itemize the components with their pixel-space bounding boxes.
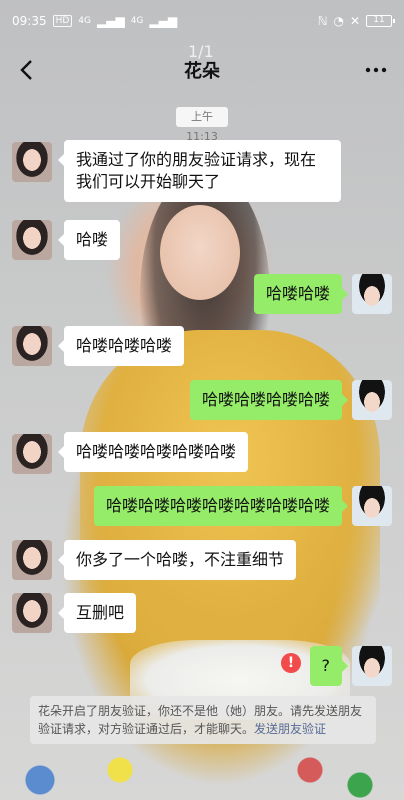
back-button[interactable] (10, 54, 42, 86)
battery-icon: 11 (366, 15, 395, 27)
status-time: 09:35 (12, 14, 47, 28)
nfc-icon: ℕ (317, 14, 328, 28)
message-bubble-outgoing-failed[interactable]: ? (309, 646, 348, 686)
my-avatar[interactable] (352, 274, 392, 314)
friend-verification-notice: 花朵开启了朋友验证，你还不是他（她）朋友。请先发送朋友验证请求，对方验证通过后，… (30, 696, 376, 744)
contact-avatar[interactable] (12, 593, 52, 633)
chevron-left-icon (20, 60, 32, 80)
contact-avatar[interactable] (12, 434, 52, 474)
mute-icon: ✕ (349, 14, 360, 28)
message-text-line2: 我们可以开始聊天了 (76, 172, 221, 191)
signal2-label: 4G (130, 16, 144, 26)
message-text: 哈喽哈喽哈喽 (76, 336, 173, 355)
my-avatar[interactable] (352, 646, 392, 686)
message-text: 哈喽 (76, 230, 109, 249)
my-avatar[interactable] (352, 486, 392, 526)
battery-level: 11 (373, 15, 385, 25)
message-text: 哈喽哈喽 (265, 284, 330, 303)
message-text: 互删吧 (76, 603, 125, 622)
signal-bars-icon-2: ▂▄▆ (149, 14, 178, 28)
message-bubble-outgoing[interactable]: 哈喽哈喽 (253, 274, 349, 314)
message-text: ? (321, 656, 331, 675)
message-bubble-outgoing[interactable]: 哈喽哈喽哈喽哈喽哈喽哈喽哈喽 (93, 486, 349, 526)
message-bubble-incoming[interactable]: 哈喽 (57, 220, 121, 260)
contact-avatar[interactable] (12, 142, 52, 182)
message-text: 你多了一个哈喽，不注重细节 (76, 550, 285, 569)
contact-avatar[interactable] (12, 540, 52, 580)
status-bar: 09:35 HD 4G ▂▄▆ 4G ▂▄▆ ℕ ◔ ✕ 11 (0, 0, 404, 42)
message-text: 哈喽哈喽哈喽哈喽哈喽 (76, 442, 237, 461)
message-text: 哈喽哈喽哈喽哈喽 (201, 390, 330, 409)
chat-timestamp: 上午11:13 (176, 107, 228, 143)
send-verification-link[interactable]: 发送朋友验证 (254, 722, 326, 736)
page-indicator: 1/1 (188, 42, 214, 61)
message-bubble-incoming[interactable]: 你多了一个哈喽，不注重细节 (57, 540, 297, 580)
wifi-icon: ◔ (333, 14, 344, 28)
bg-stickers (0, 740, 404, 800)
message-text-line1: 我通过了你的朋友验证请求，现在 (76, 150, 317, 169)
sim1-badge: HD (52, 15, 73, 27)
chat-header: 1/1 花朵 (0, 42, 404, 98)
message-bubble-incoming[interactable]: 我通过了你的朋友验证请求，现在 我们可以开始聊天了 (58, 140, 341, 202)
my-avatar[interactable] (352, 380, 392, 420)
contact-avatar[interactable] (12, 326, 52, 366)
send-failed-icon[interactable]: ! (281, 653, 301, 673)
message-text: 哈喽哈喽哈喽哈喽哈喽哈喽哈喽 (105, 496, 330, 515)
signal-bars-icon: ▂▄▆ (97, 14, 125, 28)
message-bubble-incoming[interactable]: 哈喽哈喽哈喽 (57, 326, 185, 366)
message-bubble-incoming[interactable]: 互删吧 (57, 593, 137, 633)
bg-face-shape (160, 205, 240, 300)
contact-avatar[interactable] (12, 220, 52, 260)
more-options-button[interactable] (360, 54, 392, 86)
message-bubble-incoming[interactable]: 哈喽哈喽哈喽哈喽哈喽 (57, 432, 249, 472)
more-dots-icon (365, 67, 387, 73)
message-bubble-outgoing[interactable]: 哈喽哈喽哈喽哈喽 (189, 380, 349, 420)
signal1-label: 4G (78, 16, 91, 26)
